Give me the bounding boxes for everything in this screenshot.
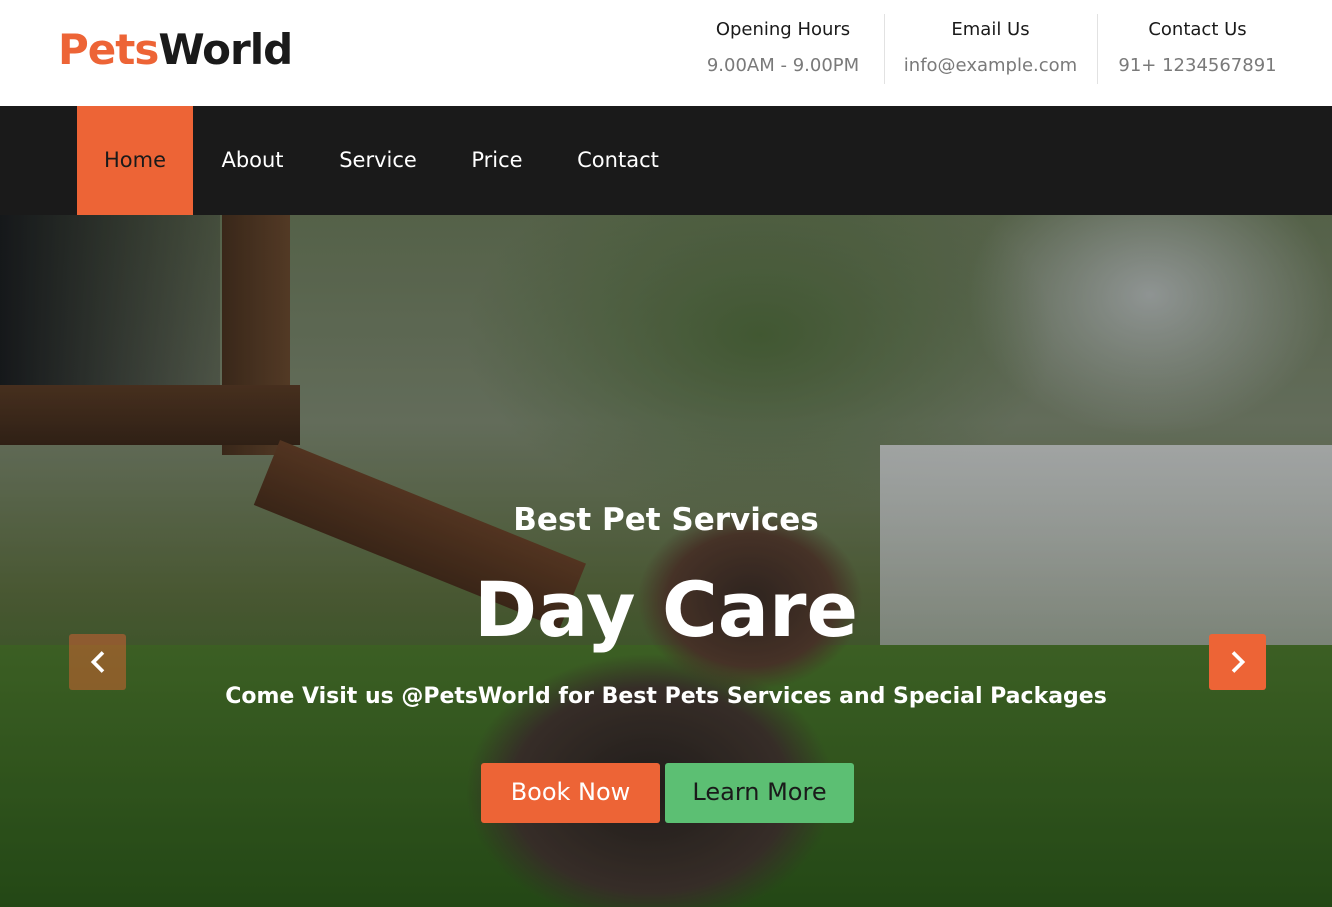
email-title: Email Us	[951, 19, 1030, 40]
opening-hours-info: Opening Hours 9.00AM - 9.00PM	[690, 14, 876, 84]
nav-item-home[interactable]: Home	[77, 106, 193, 215]
nav-item-contact[interactable]: Contact	[550, 106, 686, 215]
carousel-prev-button[interactable]	[69, 634, 126, 690]
brand-logo-part2: World	[158, 25, 293, 74]
opening-hours-value: 9.00AM - 9.00PM	[706, 55, 860, 76]
hero-title: Day Care	[473, 565, 859, 654]
nav-item-service[interactable]: Service	[312, 106, 444, 215]
contact-value[interactable]: 91+ 1234567891	[1098, 46, 1297, 86]
contact-title: Contact Us	[1148, 19, 1247, 40]
learn-more-button[interactable]: Learn More	[665, 763, 854, 823]
brand-logo[interactable]: PetsWorld	[58, 22, 293, 78]
top-header: PetsWorld Opening Hours 9.00AM - 9.00PM …	[0, 0, 1332, 106]
hero-description: Come Visit us @PetsWorld for Best Pets S…	[225, 684, 1107, 709]
hero-subtitle: Best Pet Services	[513, 502, 819, 538]
nav-item-about[interactable]: About	[193, 106, 312, 215]
nav-item-price[interactable]: Price	[444, 106, 550, 215]
brand-logo-part1: Pets	[58, 25, 159, 74]
email-value[interactable]: info@example.com	[885, 46, 1096, 86]
contact-info: Contact Us 91+ 1234567891	[1097, 14, 1297, 84]
carousel-next-button[interactable]	[1209, 634, 1266, 690]
chevron-left-icon	[90, 651, 104, 673]
email-info: Email Us info@example.com	[884, 14, 1096, 84]
chevron-right-icon	[1231, 651, 1245, 673]
opening-hours-title: Opening Hours	[715, 19, 851, 40]
hero-carousel: Best Pet Services Day Care Come Visit us…	[0, 215, 1332, 907]
book-now-button[interactable]: Book Now	[481, 763, 660, 823]
main-navbar: Home About Service Price Contact	[0, 106, 1332, 215]
